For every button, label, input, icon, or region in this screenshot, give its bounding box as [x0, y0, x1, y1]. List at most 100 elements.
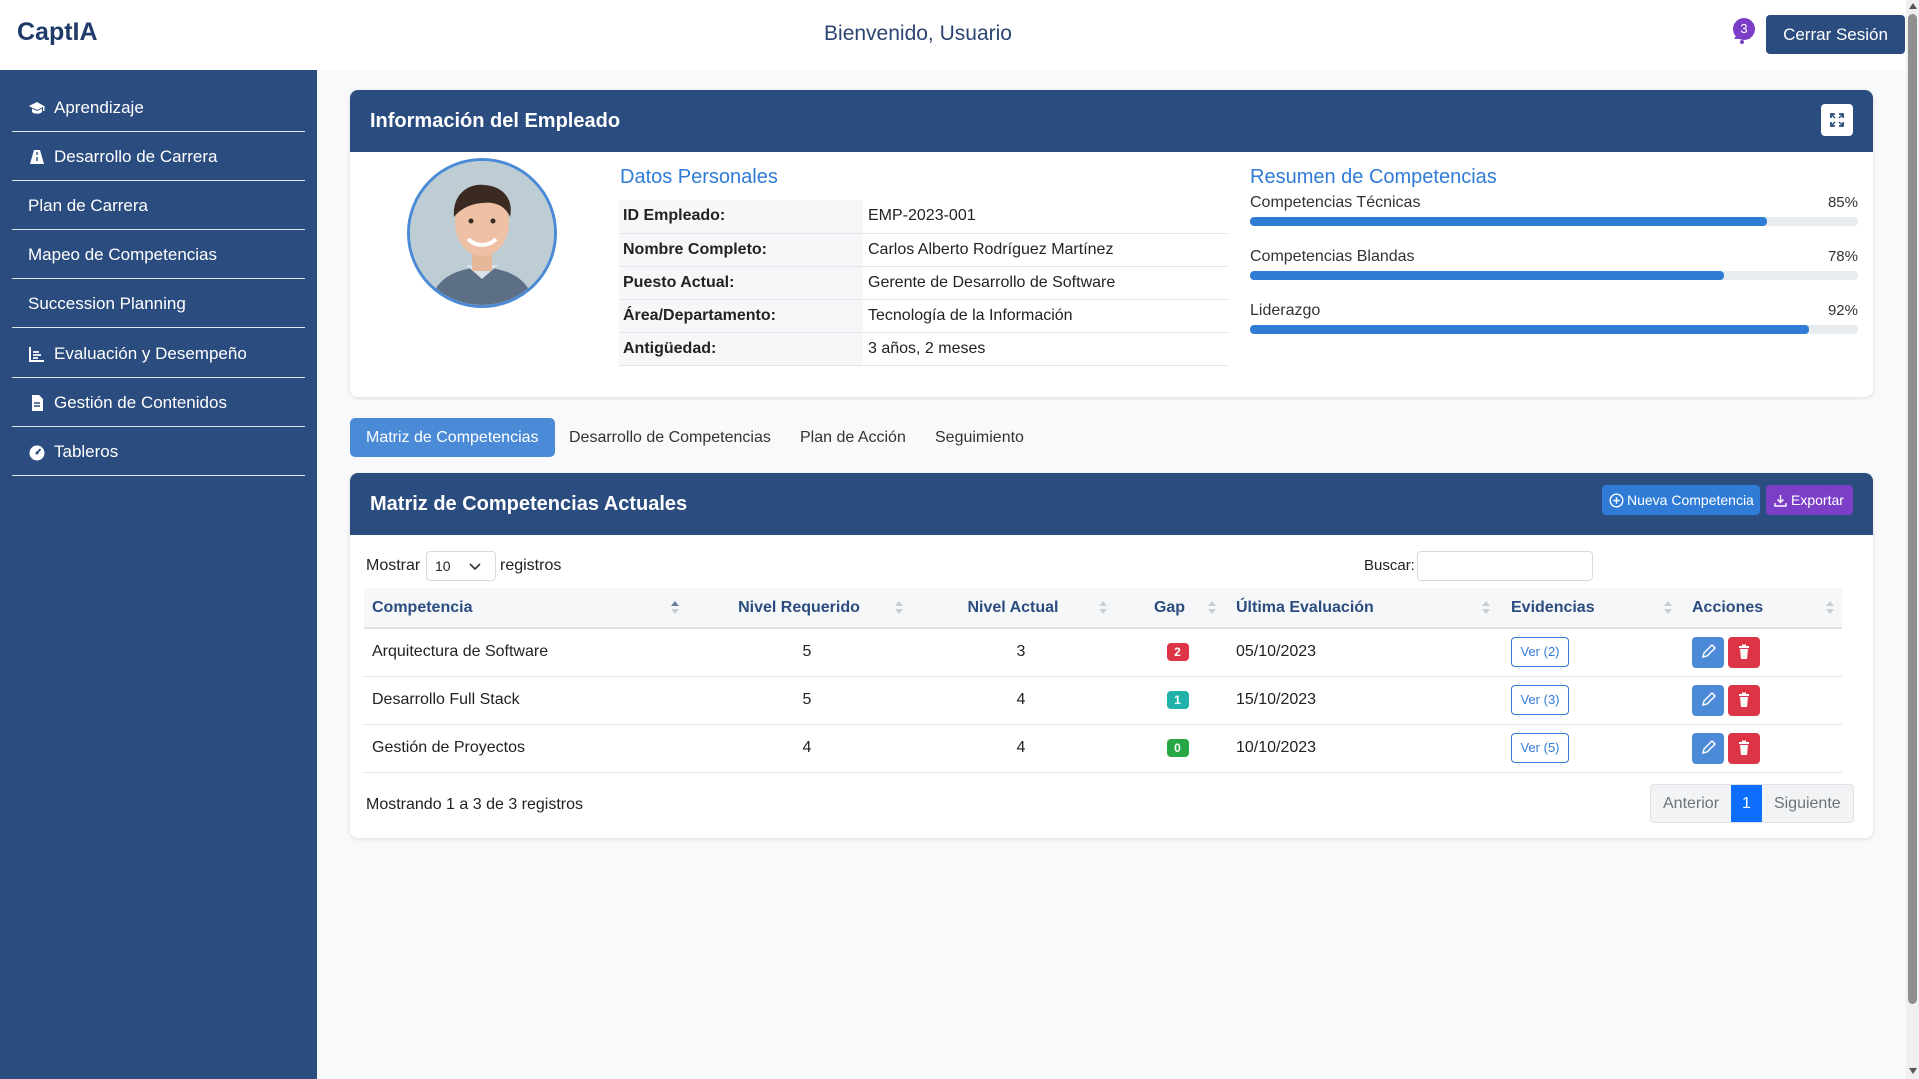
tab-plan-accion[interactable]: Plan de Acción: [784, 418, 922, 457]
view-evidence-button[interactable]: Ver (2): [1511, 637, 1569, 668]
cell-gap: 2: [1115, 628, 1224, 677]
sidebar-item-evaluacion[interactable]: Evaluación y Desempeño: [12, 330, 305, 378]
delete-button[interactable]: [1728, 684, 1760, 716]
tab-seguimiento[interactable]: Seguimiento: [919, 418, 1040, 457]
column-label: Nivel Actual: [967, 598, 1059, 616]
file-icon: [32, 394, 43, 411]
pencil-icon: [1701, 691, 1717, 706]
pagination: Anterior 1 Siguiente: [1650, 784, 1854, 823]
col-nivel-actual[interactable]: Nivel Actual: [911, 588, 1115, 629]
employee-card: Información del Empleado Datos Personale…: [350, 90, 1873, 397]
employee-card-header: Información del Empleado: [350, 90, 1873, 152]
field-value: Tecnología de la Información: [863, 299, 1228, 333]
col-evidencias[interactable]: Evidencias: [1498, 588, 1680, 629]
cell-nivel-requerido: 5: [687, 676, 911, 725]
pagination-prev[interactable]: Anterior: [1651, 785, 1732, 822]
col-ultima-evaluacion[interactable]: Última Evaluación: [1224, 588, 1498, 629]
column-label: Gap: [1153, 598, 1186, 616]
sidebar-item-gestion-contenidos[interactable]: Gestión de Contenidos: [12, 379, 305, 427]
pagination-next[interactable]: Siguiente: [1761, 785, 1853, 822]
competency-summary-title: Resumen de Competencias: [1250, 166, 1497, 188]
download-icon: [1774, 494, 1787, 507]
edit-button[interactable]: [1692, 684, 1724, 716]
field-row: Antigüedad: 3 años, 2 meses: [619, 332, 1228, 366]
graduation-cap-icon: [29, 101, 45, 114]
sidebar-item-tableros[interactable]: Tableros: [12, 428, 305, 476]
tab-matriz-competencias[interactable]: Matriz de Competencias: [350, 418, 555, 457]
view-evidence-button[interactable]: Ver (5): [1511, 733, 1569, 763]
competency-name: Competencias Técnicas: [1250, 194, 1421, 211]
sidebar-item-label: Succession Planning: [28, 293, 186, 313]
sort-icon: [1826, 601, 1834, 615]
sidebar-item-mapeo-competencias[interactable]: Mapeo de Competencias: [12, 231, 305, 279]
employee-card-body: Datos Personales ID Empleado: EMP-2023-0…: [350, 152, 1873, 397]
trash-icon: [1739, 644, 1749, 659]
sidebar-item-desarrollo-carrera[interactable]: Desarrollo de Carrera: [12, 133, 305, 181]
show-label: Mostrar: [366, 557, 421, 574]
table-row: Desarrollo Full Stack 5 4 1 15/10/2023 V…: [364, 676, 1842, 725]
cell-gap: 1: [1115, 676, 1224, 725]
chevron-down-icon: [469, 563, 481, 571]
sidebar-item-succession-planning[interactable]: Succession Planning: [12, 280, 305, 328]
page-size-select[interactable]: 10: [426, 551, 496, 581]
scrollbar[interactable]: [1906, 0, 1919, 1079]
welcome-text: Bienvenido, Usuario: [824, 22, 1012, 45]
trash-icon: [1739, 692, 1749, 707]
col-gap[interactable]: Gap: [1115, 588, 1224, 629]
competency-percent: 92%: [1827, 302, 1858, 319]
delete-button[interactable]: [1728, 732, 1760, 764]
cell-acciones: [1680, 628, 1842, 677]
progress-track: [1250, 325, 1858, 334]
delete-button[interactable]: [1728, 636, 1760, 668]
scroll-up-icon[interactable]: [1909, 3, 1917, 9]
gauge-icon: [29, 445, 45, 460]
col-acciones[interactable]: Acciones: [1680, 588, 1842, 629]
field-row: Área/Departamento: Tecnología de la Info…: [619, 299, 1228, 333]
trash-icon: [1739, 740, 1749, 755]
new-competency-button[interactable]: Nueva Competencia: [1602, 485, 1760, 515]
logout-button[interactable]: Cerrar Sesión: [1766, 15, 1905, 54]
scroll-down-icon[interactable]: [1909, 1068, 1917, 1074]
sidebar-item-label: Desarrollo de Carrera: [54, 146, 218, 166]
top-bar: CaptIA Bienvenido, Usuario 3 Cerrar Sesi…: [0, 0, 1906, 70]
cell-gap: 0: [1115, 724, 1224, 773]
matrix-card-title: Matriz de Competencias Actuales: [370, 493, 688, 515]
sidebar-item-aprendizaje[interactable]: Aprendizaje: [12, 84, 305, 132]
progress-fill: [1250, 325, 1810, 334]
sidebar-item-label: Aprendizaje: [54, 97, 144, 117]
search-label: Buscar:: [1364, 557, 1415, 574]
expand-button[interactable]: [1821, 104, 1853, 136]
pagination-page-1[interactable]: 1: [1731, 785, 1762, 822]
column-label: Evidencias: [1511, 598, 1595, 616]
gap-badge: 0: [1166, 739, 1189, 757]
cell-nivel-actual: 4: [911, 676, 1115, 725]
column-label: Última Evaluación: [1236, 598, 1374, 616]
progress-track: [1250, 271, 1858, 280]
field-label: Nombre Completo:: [619, 233, 863, 267]
sort-icon: [1482, 601, 1490, 615]
competency-name: Competencias Blandas: [1250, 248, 1415, 265]
tab-desarrollo-competencias[interactable]: Desarrollo de Competencias: [553, 418, 787, 457]
col-nivel-requerido[interactable]: Nivel Requerido: [687, 588, 911, 629]
export-button[interactable]: Exportar: [1766, 485, 1853, 515]
sort-icon: [1099, 601, 1107, 615]
field-label: ID Empleado:: [619, 200, 863, 234]
search-input[interactable]: [1417, 551, 1593, 581]
cell-competencia: Gestión de Proyectos: [364, 724, 687, 773]
edit-button[interactable]: [1692, 732, 1724, 764]
road-icon: [30, 149, 44, 164]
scrollbar-thumb[interactable]: [1908, 14, 1917, 1004]
sidebar-item-label: Gestión de Contenidos: [54, 392, 227, 412]
column-label: Nivel Requerido: [738, 598, 860, 616]
expand-icon: [1830, 113, 1844, 127]
view-evidence-button[interactable]: Ver (3): [1511, 685, 1569, 715]
gap-badge: 1: [1166, 691, 1189, 709]
sidebar-item-label: Mapeo de Competencias: [28, 244, 218, 264]
edit-button[interactable]: [1692, 636, 1724, 668]
col-competencia[interactable]: Competencia: [364, 588, 687, 629]
sidebar-item-plan-carrera[interactable]: Plan de Carrera: [12, 182, 305, 230]
cell-fecha: 15/10/2023: [1224, 676, 1498, 725]
field-row: ID Empleado: EMP-2023-001: [619, 200, 1228, 234]
cell-evidencias: Ver (2): [1498, 628, 1680, 677]
personal-data-table: ID Empleado: EMP-2023-001 Nombre Complet…: [619, 200, 1228, 366]
